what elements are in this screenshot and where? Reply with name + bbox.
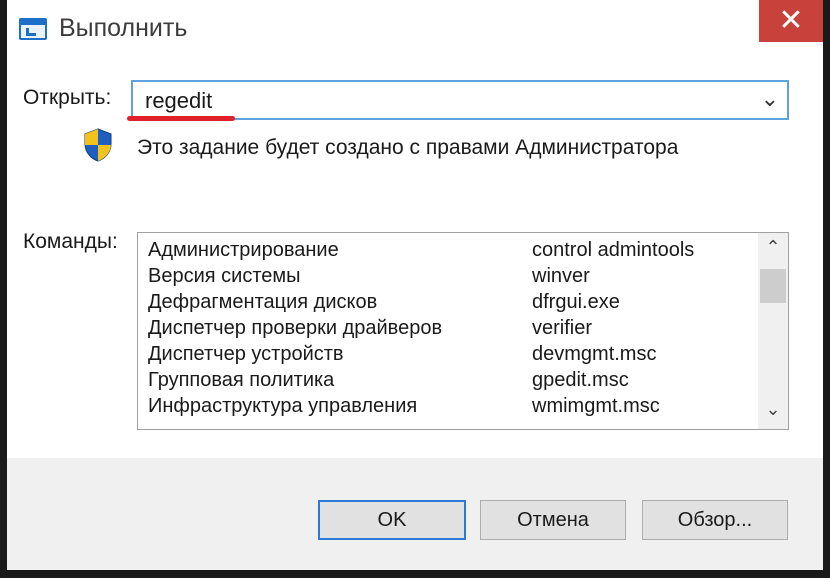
command-name: Администрирование [148,239,339,261]
window-title: Выполнить [59,14,188,42]
command-value: dfrgui.exe [532,291,620,313]
close-button[interactable]: ✕ [759,0,823,42]
command-name: Диспетчер устройств [148,343,344,365]
command-name: Версия системы [148,265,301,287]
button-bar: OK Отмена Обзор... [7,458,823,570]
ok-button[interactable]: OK [318,500,466,540]
title-bar[interactable]: Выполнить ✕ [7,0,823,58]
command-name: Диспетчер проверки драйверов [148,317,443,339]
command-value: control admintools [532,239,695,261]
command-value: devmgmt.msc [532,343,657,365]
command-name: Дефрагментация дисков [148,291,378,313]
cancel-button[interactable]: Отмена [480,500,626,540]
list-scrollbar[interactable]: ⌃ ⌄ [758,233,788,429]
command-value: winver [532,265,590,287]
run-dialog: Выполнить ✕ Открыть: regedit ⌄ Это задан… [7,0,823,570]
chevron-up-icon[interactable]: ⌃ [758,237,788,261]
chevron-down-icon[interactable]: ⌄ [761,86,779,112]
commands-list[interactable]: Администрирование control admintools Вер… [137,232,789,430]
command-name: Групповая политика [148,369,335,391]
run-app-icon [19,18,47,40]
open-label: Открыть: [23,86,112,109]
commands-label: Команды: [23,230,118,253]
open-combobox[interactable]: regedit ⌄ [131,80,789,120]
command-value: wmimgmt.msc [532,395,660,417]
browse-button[interactable]: Обзор... [642,500,788,540]
uac-shield-icon [84,128,112,162]
dialog-content: Открыть: regedit ⌄ Это задание будет соз… [7,58,823,458]
command-name: Инфраструктура управления [148,395,418,417]
red-underline-annotation [127,116,235,121]
open-input[interactable]: regedit [145,88,212,114]
admin-notice: Это задание будет создано с правами Адми… [137,136,679,159]
chevron-down-icon[interactable]: ⌄ [758,399,788,423]
scrollbar-thumb[interactable] [760,269,786,303]
command-value: gpedit.msc [532,369,629,391]
command-value: verifier [532,317,593,339]
